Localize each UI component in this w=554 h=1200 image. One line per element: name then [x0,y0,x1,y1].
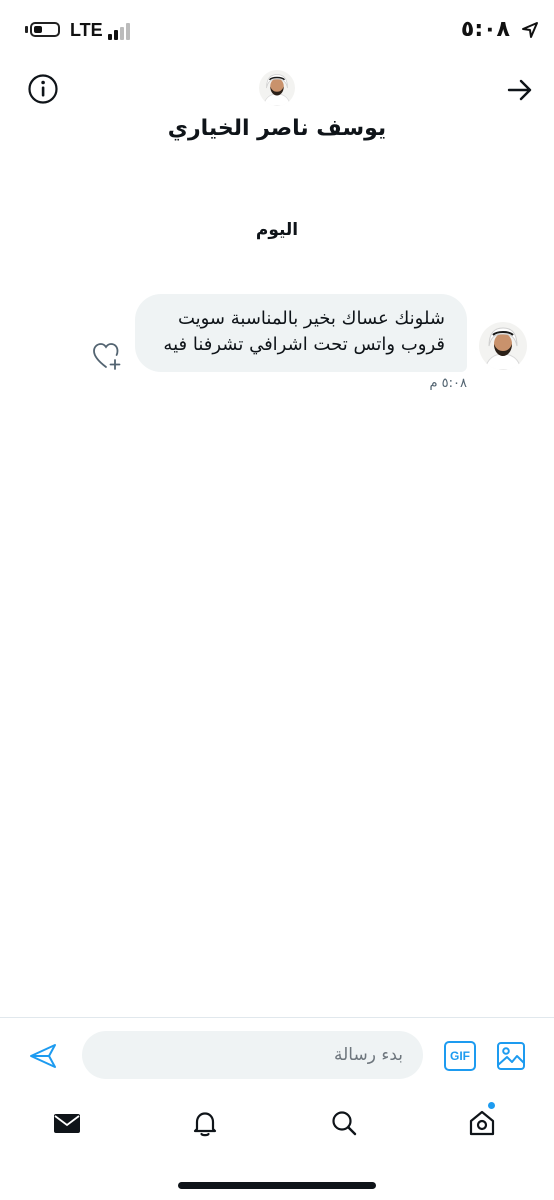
date-divider: اليوم [255,220,299,240]
arrow-right-icon[interactable] [506,76,534,104]
message-input[interactable] [82,1031,423,1079]
image-icon[interactable] [496,1041,526,1071]
message-composer: GIF [0,1017,554,1094]
contact-avatar[interactable] [259,70,295,106]
conversation-header: يوسف ناصر الخياري [0,62,554,162]
battery-nub [25,26,28,33]
new-content-dot [488,1102,495,1109]
message-text-line: شلونك عساك بخير بالمناسبة سويت [177,308,445,329]
message-timestamp: ٥:٠٨ م [429,376,467,391]
info-icon[interactable] [27,73,59,105]
status-bar: LTE ٥:٠٨ [0,0,554,62]
network-label: LTE [70,20,103,40]
sender-avatar[interactable] [479,322,527,370]
messages-envelope-icon [54,1114,80,1133]
message-bubble[interactable]: شلونك عساك بخير بالمناسبة سويت قروب واتس… [135,294,467,372]
search-icon [332,1111,357,1136]
tab-messages[interactable] [47,1103,87,1143]
gif-button[interactable]: GIF [444,1041,476,1071]
tab-search[interactable] [324,1103,364,1143]
battery-icon [30,22,60,37]
tab-home[interactable] [462,1102,502,1143]
send-icon[interactable] [28,1041,58,1071]
home-icon [469,1110,495,1136]
add-reaction-heart-icon[interactable] [92,341,124,371]
bottom-tab-bar [0,1093,554,1155]
location-arrow-icon [522,22,538,38]
notifications-bell-icon [193,1112,217,1137]
home-indicator [178,1182,376,1189]
status-time: ٥:٠٨ [460,17,510,42]
contact-name: يوسف ناصر الخياري [167,116,387,141]
tab-notifications[interactable] [185,1103,225,1143]
signal-strength-icon [108,22,130,40]
message-text-line: قروب واتس تحت اشرافي تشرفنا فيه [163,334,445,355]
